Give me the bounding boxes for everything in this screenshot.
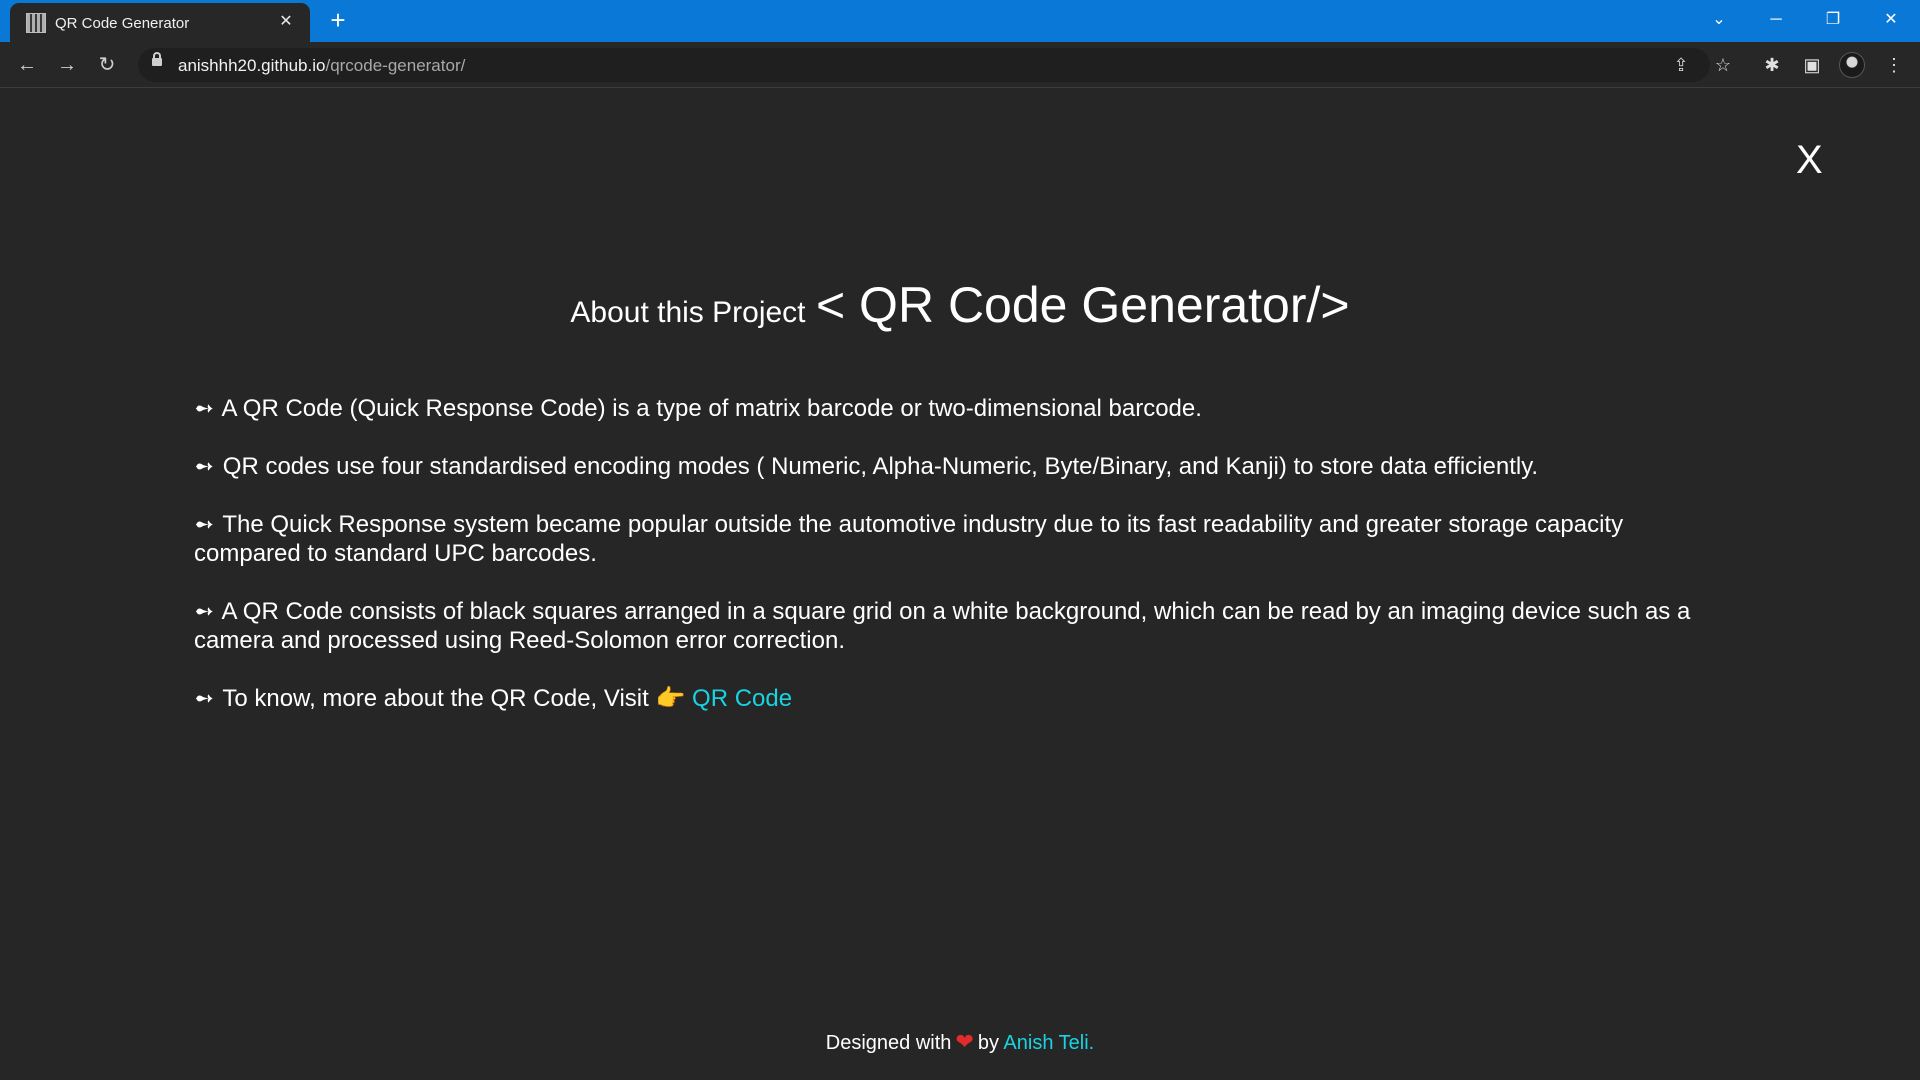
visit-text: To know, more about the QR Code, Visit bbox=[222, 685, 649, 712]
bookmark-star-icon[interactable]: ☆ bbox=[1709, 51, 1737, 79]
heading-prefix: About this Project bbox=[570, 296, 806, 329]
share-icon[interactable]: ⇪ bbox=[1668, 52, 1694, 78]
side-panel-icon[interactable]: ▣ bbox=[1798, 51, 1826, 79]
browser-tab[interactable]: QR Code Generator ✕ bbox=[10, 3, 310, 42]
window-close-button[interactable]: ✕ bbox=[1873, 6, 1909, 34]
footer-by: by bbox=[977, 1032, 999, 1054]
browser-toolbar: ← → ↻ anishhh20.github.io/qrcode-generat… bbox=[0, 42, 1920, 88]
new-tab-button[interactable]: + bbox=[324, 7, 352, 35]
arrow-bullet-icon: ➻ bbox=[194, 395, 215, 422]
browser-tab-bar: QR Code Generator ✕ + ⌄ ─ ❐ ✕ bbox=[0, 0, 1920, 42]
arrow-bullet-icon: ➻ bbox=[194, 511, 215, 538]
info-paragraph: ➻ A QR Code (Quick Response Code) is a t… bbox=[194, 394, 1714, 423]
url-host: anishhh20.github.io bbox=[178, 56, 326, 75]
page-title: About this Project < QR Code Generator/> bbox=[0, 276, 1920, 334]
paragraph-text: A QR Code consists of black squares arra… bbox=[194, 598, 1691, 654]
paragraph-text: QR codes use four standardised encoding … bbox=[222, 453, 1539, 480]
address-bar[interactable]: anishhh20.github.io/qrcode-generator/ ⇪ bbox=[138, 48, 1710, 82]
extensions-icon[interactable]: ✱ bbox=[1758, 51, 1786, 79]
arrow-bullet-icon: ➻ bbox=[194, 685, 215, 712]
qr-favicon-icon bbox=[26, 13, 46, 33]
info-paragraph: ➻ QR codes use four standardised encodin… bbox=[194, 452, 1714, 481]
paragraph-text: The Quick Response system became popular… bbox=[194, 511, 1624, 567]
arrow-bullet-icon: ➻ bbox=[194, 453, 215, 480]
url-text[interactable]: anishhh20.github.io/qrcode-generator/ bbox=[178, 56, 465, 76]
back-arrow-icon[interactable]: ← bbox=[13, 51, 41, 79]
profile-avatar[interactable] bbox=[1839, 52, 1865, 78]
close-about-button[interactable]: X bbox=[1796, 136, 1823, 184]
pointing-hand-icon: 👉 bbox=[655, 685, 686, 712]
restore-button[interactable]: ❐ bbox=[1815, 6, 1851, 34]
tab-search-icon[interactable]: ⌄ bbox=[1701, 6, 1737, 34]
info-paragraph: ➻ The Quick Response system became popul… bbox=[194, 510, 1714, 568]
footer: Designed with ❤ by Anish Teli. bbox=[0, 1029, 1920, 1055]
tab-close-icon[interactable]: ✕ bbox=[276, 12, 296, 32]
author-link[interactable]: Anish Teli. bbox=[1003, 1032, 1094, 1054]
reload-icon[interactable]: ↻ bbox=[93, 51, 121, 79]
paragraph-text: A QR Code (Quick Response Code) is a typ… bbox=[221, 395, 1202, 422]
heart-icon: ❤ bbox=[955, 1029, 974, 1054]
url-path: /qrcode-generator/ bbox=[325, 56, 466, 75]
forward-arrow-icon[interactable]: → bbox=[53, 51, 81, 79]
minimize-button[interactable]: ─ bbox=[1758, 6, 1794, 34]
arrow-bullet-icon: ➻ bbox=[194, 598, 215, 625]
footer-prefix: Designed with bbox=[825, 1032, 952, 1054]
heading-project-name: < QR Code Generator/> bbox=[815, 277, 1350, 333]
about-content: ➻ A QR Code (Quick Response Code) is a t… bbox=[194, 394, 1714, 742]
qr-code-link[interactable]: QR Code bbox=[692, 685, 792, 712]
lock-icon[interactable] bbox=[152, 52, 162, 66]
visit-paragraph: ➻ To know, more about the QR Code, Visit… bbox=[194, 684, 1714, 713]
info-paragraph: ➻ A QR Code consists of black squares ar… bbox=[194, 597, 1714, 655]
browser-menu-icon[interactable]: ⋮ bbox=[1880, 51, 1908, 79]
tab-title: QR Code Generator bbox=[55, 15, 190, 32]
